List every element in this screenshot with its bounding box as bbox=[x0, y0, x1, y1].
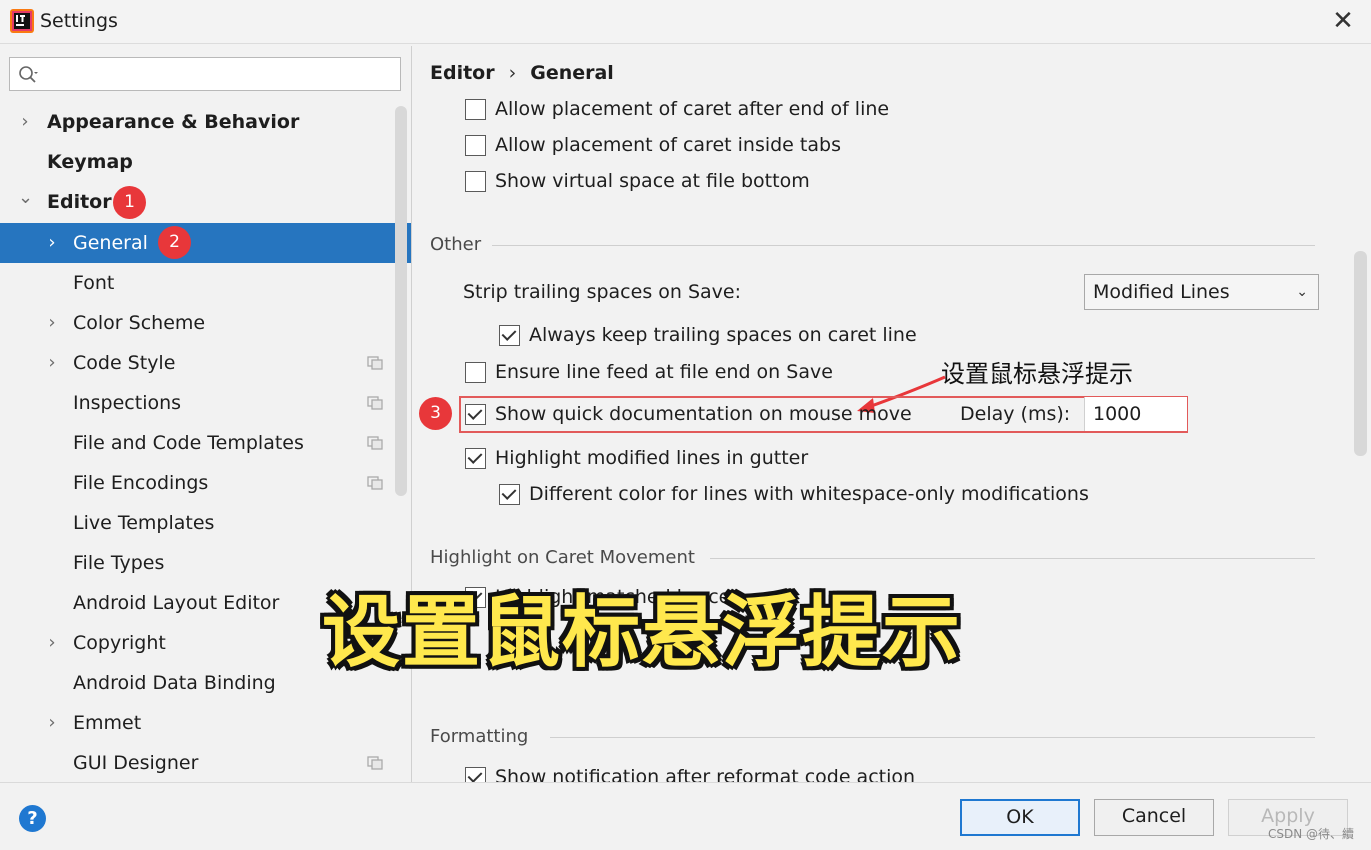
project-settings-icon bbox=[367, 476, 383, 490]
dialog-footer: ? OK Cancel Apply bbox=[0, 782, 1371, 850]
sidebar-item-label: Inspections bbox=[73, 392, 182, 414]
cancel-button[interactable]: Cancel bbox=[1094, 799, 1214, 836]
option-label: Always keep trailing spaces on caret lin… bbox=[529, 324, 917, 346]
sidebar-item-label: Font bbox=[73, 272, 115, 294]
chevron-right-icon: › bbox=[48, 632, 56, 653]
project-settings-icon bbox=[367, 756, 383, 770]
checkbox[interactable] bbox=[499, 325, 520, 346]
sidebar-item-file-encodings[interactable]: File Encodings bbox=[0, 463, 411, 503]
checkbox[interactable] bbox=[465, 362, 486, 383]
checkbox[interactable] bbox=[465, 448, 486, 469]
breadcrumb-parent[interactable]: Editor bbox=[430, 62, 495, 84]
checkbox[interactable] bbox=[499, 484, 520, 505]
sidebar-item-label: Android Layout Editor bbox=[73, 592, 280, 614]
chevron-right-icon: › bbox=[48, 232, 56, 253]
sidebar-item-file-code-templates[interactable]: File and Code Templates bbox=[0, 423, 411, 463]
project-settings-icon bbox=[367, 396, 383, 410]
section-other: Other bbox=[430, 230, 1315, 260]
checkbox[interactable] bbox=[465, 171, 486, 192]
window-title: Settings bbox=[40, 10, 118, 32]
strip-trailing-label: Strip trailing spaces on Save: bbox=[463, 277, 741, 307]
checkbox[interactable] bbox=[465, 404, 486, 425]
section-title: Highlight on Caret Movement bbox=[430, 547, 695, 568]
option-label: Allow placement of caret after end of li… bbox=[495, 98, 890, 120]
sidebar-item-label: File and Code Templates bbox=[73, 432, 304, 454]
sidebar-item-label: Emmet bbox=[73, 712, 142, 734]
video-caption: 设置鼠标悬浮提示 bbox=[322, 588, 963, 678]
sidebar-item-emmet[interactable]: › Emmet bbox=[0, 703, 411, 743]
breadcrumb: Editor › General bbox=[430, 60, 614, 86]
search-input[interactable] bbox=[9, 57, 401, 91]
option-label: Highlight modified lines in gutter bbox=[495, 447, 809, 469]
sidebar-item-inspections[interactable]: Inspections bbox=[0, 383, 411, 423]
title-bar: Settings ✕ bbox=[0, 0, 1371, 44]
sidebar-item-gui-designer[interactable]: GUI Designer bbox=[0, 743, 411, 782]
delay-label: Delay (ms): bbox=[960, 403, 1071, 425]
section-divider bbox=[550, 737, 1315, 738]
breadcrumb-separator-icon: › bbox=[508, 62, 517, 84]
sidebar-item-font[interactable]: Font bbox=[0, 263, 411, 303]
content-scrollbar[interactable] bbox=[1354, 251, 1367, 456]
sidebar-item-label: Color Scheme bbox=[73, 312, 206, 334]
breadcrumb-current: General bbox=[530, 62, 614, 84]
option-label: Show notification after reformat code ac… bbox=[495, 766, 916, 782]
sidebar-item-general[interactable]: › General 2 bbox=[0, 223, 411, 263]
step-badge-3: 3 bbox=[419, 397, 452, 430]
delay-input[interactable]: 1000 bbox=[1084, 397, 1187, 431]
intellij-app-icon bbox=[10, 9, 34, 33]
sidebar-item-label: File Encodings bbox=[73, 472, 209, 494]
select-value: Modified Lines bbox=[1093, 281, 1230, 303]
strip-trailing-select[interactable]: Modified Lines ⌄ bbox=[1084, 274, 1319, 310]
section-title: Formatting bbox=[430, 726, 529, 747]
sidebar-item-keymap[interactable]: Keymap bbox=[0, 142, 411, 182]
chevron-down-icon: ⌄ bbox=[1296, 284, 1308, 300]
chevron-down-icon: ⌄ bbox=[18, 187, 34, 208]
sidebar-item-label: Editor bbox=[47, 191, 112, 213]
sidebar-item-label: Copyright bbox=[73, 632, 166, 654]
sidebar-item-code-style[interactable]: › Code Style bbox=[0, 343, 411, 383]
section-caret-movement: Highlight on Caret Movement bbox=[430, 543, 1315, 573]
sidebar-item-label: Live Templates bbox=[73, 512, 215, 534]
search-icon bbox=[19, 66, 38, 83]
sidebar-scrollbar[interactable] bbox=[395, 106, 407, 496]
sidebar-item-editor[interactable]: ⌄ Editor 1 bbox=[0, 182, 411, 222]
sidebar-item-label: Code Style bbox=[73, 352, 176, 374]
sidebar-item-appearance[interactable]: › Appearance & Behavior bbox=[0, 102, 411, 142]
chevron-right-icon: › bbox=[48, 712, 56, 733]
sidebar-item-label: General bbox=[73, 232, 148, 254]
section-divider bbox=[492, 245, 1315, 246]
option-label: Show virtual space at file bottom bbox=[495, 170, 810, 192]
section-title: Other bbox=[430, 234, 482, 255]
section-formatting: Formatting bbox=[430, 722, 1315, 752]
sidebar-item-label: Android Data Binding bbox=[73, 672, 276, 694]
close-button[interactable]: ✕ bbox=[1326, 6, 1360, 38]
annotation-note: 设置鼠标悬浮提示 bbox=[941, 360, 1133, 388]
option-label: Different color for lines with whitespac… bbox=[529, 483, 1089, 505]
checkbox[interactable] bbox=[465, 99, 486, 120]
option-label: Ensure line feed at file end on Save bbox=[495, 361, 833, 383]
chevron-right-icon: › bbox=[48, 352, 56, 373]
option-label: Show quick documentation on mouse move bbox=[495, 403, 912, 425]
step-badge-1: 1 bbox=[113, 186, 146, 219]
sidebar-item-label: Appearance & Behavior bbox=[47, 111, 300, 133]
project-settings-icon bbox=[367, 356, 383, 370]
help-icon[interactable]: ? bbox=[19, 805, 46, 832]
sidebar-item-label: Keymap bbox=[47, 151, 133, 173]
sidebar-item-label: File Types bbox=[73, 552, 165, 574]
sidebar-item-live-templates[interactable]: Live Templates bbox=[0, 503, 411, 543]
checkbox[interactable] bbox=[465, 135, 486, 156]
section-divider bbox=[710, 558, 1315, 559]
step-badge-2: 2 bbox=[158, 226, 191, 259]
option-label: Allow placement of caret inside tabs bbox=[495, 134, 841, 156]
watermark: CSDN @待、續 bbox=[1268, 827, 1355, 841]
checkbox[interactable] bbox=[465, 767, 486, 782]
sidebar-item-color-scheme[interactable]: › Color Scheme bbox=[0, 303, 411, 343]
sidebar-item-file-types[interactable]: File Types bbox=[0, 543, 411, 583]
chevron-right-icon: › bbox=[48, 312, 56, 333]
sidebar-item-label: GUI Designer bbox=[73, 752, 199, 774]
project-settings-icon bbox=[367, 436, 383, 450]
chevron-right-icon: › bbox=[21, 111, 29, 132]
option-label: Strip trailing spaces on Save: bbox=[463, 281, 742, 303]
ok-button[interactable]: OK bbox=[960, 799, 1080, 836]
